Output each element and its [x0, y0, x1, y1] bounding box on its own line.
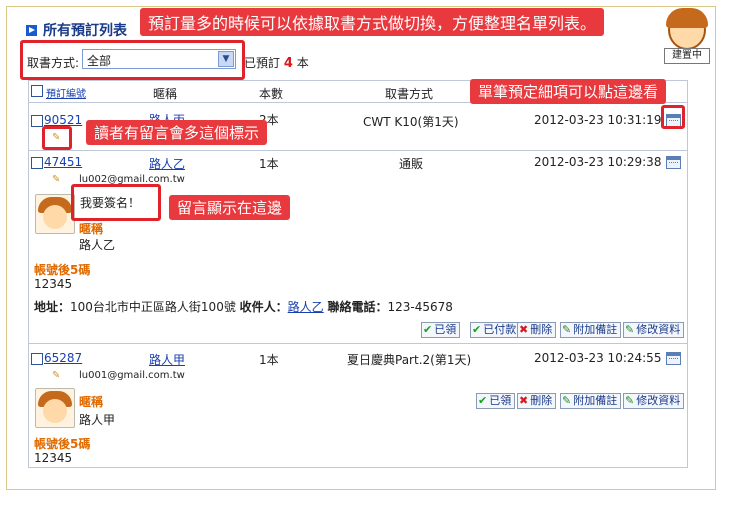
mark-received-button[interactable]: ✔ 已領 — [476, 393, 516, 409]
pickup-method: 通販 — [399, 157, 424, 171]
order-id-link[interactable]: 65287 — [44, 351, 82, 365]
account-label: 帳號後5碼 — [34, 263, 91, 277]
email: lu001@gmail.com.tw — [79, 370, 185, 381]
account-label: 帳號後5碼 — [34, 437, 91, 451]
nick-link[interactable]: 路人乙 — [149, 155, 185, 172]
row-checkbox[interactable] — [31, 115, 43, 127]
row-checkbox[interactable] — [31, 353, 43, 365]
callout-message: 留言顯示在這邊 — [169, 195, 291, 220]
row-divider — [29, 343, 687, 344]
mark-paid-button[interactable]: ✔ 已付款 — [470, 322, 521, 338]
select-all-checkbox[interactable] — [31, 85, 43, 97]
mark-received-button[interactable]: ✔ 已領 — [421, 322, 461, 338]
callout-note-icon: 讀者有留言會多這個標示 — [86, 120, 268, 145]
highlight-filter — [20, 40, 245, 80]
page-title: 所有預訂列表 — [26, 20, 127, 40]
highlight-message — [71, 184, 161, 221]
pickup-method: CWT K10(第1天) — [363, 115, 459, 129]
edit-info-button[interactable]: ✎ 修改資料 — [623, 322, 685, 338]
account-value: 12345 — [34, 451, 73, 465]
row-checkbox[interactable] — [31, 157, 43, 169]
calendar-detail-icon[interactable] — [666, 352, 681, 365]
order-count: 已預訂 4 本 — [244, 56, 309, 71]
callout-top: 預訂量多的時候可以依據取書方式做切換，方便整理名單列表。 — [140, 8, 605, 36]
delete-button[interactable]: ✖ 刪除 — [517, 393, 557, 409]
callout-detail: 單筆預定細項可以點這邊看 — [470, 79, 667, 104]
mascot-tag: 建置中 — [664, 48, 710, 64]
qty: 1本 — [259, 157, 279, 171]
message-icon: ✎ — [52, 370, 61, 381]
header-method: 取書方式 — [385, 87, 434, 101]
avatar — [35, 194, 75, 234]
highlight-message-icon — [42, 126, 72, 150]
delete-button[interactable]: ✖ 刪除 — [517, 322, 557, 338]
message-icon: ✎ — [52, 174, 61, 185]
order-id-link[interactable]: 90521 — [44, 113, 82, 127]
order-time: 2012-03-23 10:29:38 — [534, 155, 662, 169]
arrow-icon — [26, 25, 37, 36]
header-nick: 暱稱 — [153, 87, 178, 101]
order-id-link[interactable]: 47451 — [44, 155, 82, 169]
qty: 1本 — [259, 353, 279, 367]
edit-info-button[interactable]: ✎ 修改資料 — [623, 393, 685, 409]
nick-label: 暱稱 — [79, 222, 104, 236]
shipping-info: 地址：100台北市中正區路人街100號 收件人：路人乙 聯絡電話：123-456… — [34, 300, 453, 314]
calendar-detail-icon[interactable] — [666, 156, 681, 169]
nick-value: 路人甲 — [79, 413, 116, 427]
nick-label: 暱稱 — [79, 395, 104, 409]
highlight-detail-icon — [661, 105, 685, 129]
add-note-button[interactable]: ✎ 附加備註 — [560, 393, 622, 409]
add-note-button[interactable]: ✎ 附加備註 — [560, 322, 622, 338]
nick-link[interactable]: 路人甲 — [149, 351, 185, 368]
mascot-image: 建置中 — [662, 4, 712, 66]
nick-value: 路人乙 — [79, 238, 116, 252]
order-time: 2012-03-23 10:31:19 — [534, 113, 662, 127]
header-id[interactable]: 預訂編號 — [46, 85, 86, 100]
header-qty: 本數 — [259, 87, 284, 101]
pickup-method: 夏日慶典Part.2(第1天) — [347, 353, 472, 367]
account-value: 12345 — [34, 277, 73, 291]
order-time: 2012-03-23 10:24:55 — [534, 351, 662, 365]
avatar — [35, 388, 75, 428]
row-divider — [29, 150, 687, 151]
